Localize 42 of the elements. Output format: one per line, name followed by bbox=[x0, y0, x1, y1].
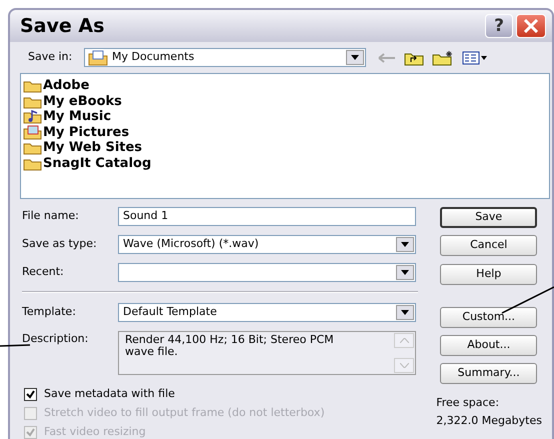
checkbox-label: Stretch video to fill output frame (do not letterbox) bbox=[44, 405, 325, 422]
dialog-button[interactable]: Summary... bbox=[440, 363, 538, 384]
recent-dropdown[interactable] bbox=[118, 263, 416, 282]
documents-folder-icon bbox=[88, 50, 108, 66]
free-space-label: Free space: bbox=[436, 395, 500, 411]
scroll-down-icon[interactable] bbox=[394, 358, 414, 373]
file-type-dropdown[interactable]: Wave (Microsoft) (*.wav) bbox=[118, 235, 416, 254]
caret-icon bbox=[401, 270, 409, 275]
field-label: Description: bbox=[22, 331, 90, 347]
field-label: Save as type: bbox=[22, 236, 98, 252]
field-label: Recent: bbox=[22, 264, 65, 280]
dialog-button[interactable]: About... bbox=[440, 335, 538, 356]
music-folder-icon bbox=[23, 109, 42, 124]
back-icon[interactable] bbox=[378, 52, 396, 64]
pictures-folder-icon bbox=[23, 124, 42, 140]
close-icon bbox=[523, 19, 539, 33]
caret-icon bbox=[401, 242, 409, 247]
new-folder-icon[interactable] bbox=[432, 50, 454, 66]
close-button[interactable] bbox=[516, 14, 546, 38]
field-label: Save in: bbox=[28, 49, 74, 66]
checkbox[interactable] bbox=[24, 388, 37, 401]
help-button[interactable]: ? bbox=[485, 14, 513, 38]
save-in-dropdown[interactable]: My Documents bbox=[84, 48, 366, 67]
file-name-field[interactable]: Sound 1 bbox=[118, 207, 416, 226]
checkbox-label: Save metadata with file bbox=[44, 386, 175, 402]
template-dropdown[interactable]: Default Template bbox=[118, 303, 416, 322]
view-menu-icon[interactable] bbox=[462, 50, 488, 64]
dialog-button[interactable]: Cancel bbox=[440, 235, 538, 256]
leader-line bbox=[0, 344, 30, 347]
scroll-up-icon[interactable] bbox=[394, 333, 414, 348]
checkbox-label: Fast video resizing bbox=[44, 424, 146, 439]
dialog-button[interactable]: Help bbox=[440, 264, 538, 285]
field-label: Template: bbox=[22, 304, 77, 320]
caret-icon bbox=[351, 55, 359, 60]
caret-icon bbox=[401, 310, 409, 315]
free-space-value: 2,322.0 Megabytes bbox=[436, 413, 542, 429]
description-box: Render 44,100 Hz; 16 Bit; Stereo PCM wave file. bbox=[118, 331, 416, 375]
dialog-button[interactable]: Save bbox=[440, 207, 538, 228]
window-title: Save As bbox=[20, 14, 106, 39]
field-label: File name: bbox=[22, 208, 80, 224]
dialog-button[interactable]: Custom... bbox=[440, 307, 538, 328]
file-list[interactable]: Adobe My eBooks My Music My Pictures My Web Sites SnagIt Catalog bbox=[20, 73, 550, 199]
